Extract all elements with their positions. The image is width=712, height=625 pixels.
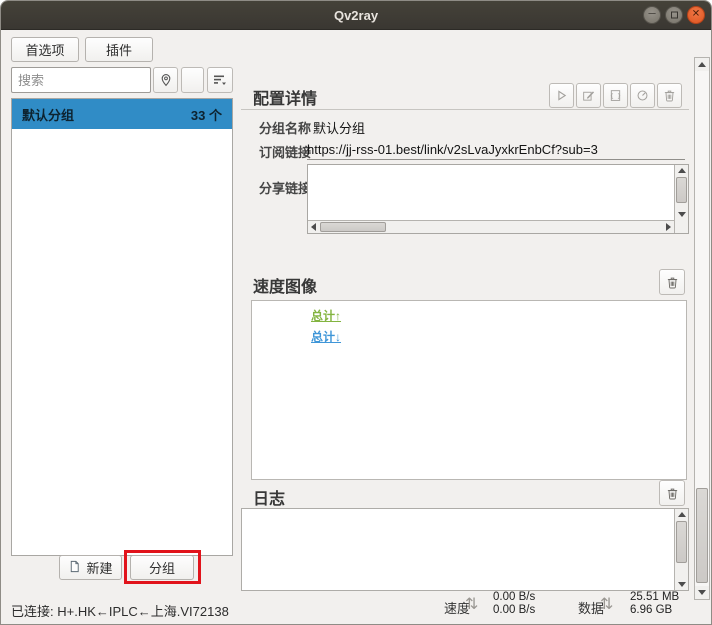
scroll-right-icon[interactable] — [663, 221, 674, 233]
new-connection-button[interactable]: 新建 — [59, 555, 122, 580]
latency-test-button[interactable] — [630, 83, 655, 108]
log-content — [242, 509, 674, 590]
share-v-scroll-thumb[interactable] — [676, 177, 687, 203]
share-links-textarea[interactable] — [307, 164, 689, 234]
window-title: Qv2ray — [334, 8, 378, 23]
scroll-down-icon[interactable] — [675, 209, 688, 220]
group-name: 默认分组 — [22, 105, 191, 124]
delete-button[interactable] — [657, 83, 682, 108]
group-list: 默认分组 33 个 — [11, 98, 233, 556]
latency-test-icon — [636, 89, 649, 102]
details-title: 配置详情 — [253, 85, 317, 109]
titlebar[interactable]: Qv2ray ─ ✕ — [1, 1, 711, 30]
speed-up-value: 0.00 B/s — [493, 591, 535, 604]
log-viewer[interactable] — [241, 508, 689, 591]
plugins-label: 插件 — [106, 40, 132, 59]
group-name-label: 分组名称 — [259, 118, 311, 137]
share-horizontal-scrollbar[interactable] — [308, 220, 674, 233]
new-document-icon — [68, 560, 81, 576]
play-icon — [555, 89, 568, 102]
scroll-down-icon[interactable] — [675, 579, 688, 590]
close-icon[interactable]: ✕ — [687, 6, 705, 24]
speed-section-title: 速度图像 — [253, 273, 317, 297]
log-scroll-thumb[interactable] — [676, 521, 687, 563]
window-controls: ─ ✕ — [643, 6, 705, 24]
plugins-button[interactable]: 插件 — [85, 37, 153, 62]
share-h-scroll-thumb[interactable] — [320, 222, 386, 232]
scroll-left-icon[interactable] — [308, 221, 319, 233]
search-input[interactable] — [11, 67, 151, 93]
connection-status: 已连接: H+.HK←IPLC←上海.VI72138 — [11, 601, 229, 620]
maximize-icon[interactable] — [665, 6, 683, 24]
qv2ray-main-window: Qv2ray ─ ✕ 首选项 插件 默认分组 33 个 — [0, 0, 712, 625]
group-name-value: 默认分组 — [313, 118, 365, 137]
start-button[interactable] — [549, 83, 574, 108]
data-up-value: 25.51 MB — [630, 591, 679, 604]
subscription-link-input[interactable] — [307, 140, 685, 160]
data-down-value: 6.96 GB — [630, 604, 679, 617]
delete-icon — [666, 487, 679, 500]
clear-log-button[interactable] — [659, 480, 685, 506]
speed-down-value: 0.00 B/s — [493, 604, 535, 617]
subscription-label: 订阅链接 — [259, 142, 311, 161]
log-section-title: 日志 — [253, 485, 285, 509]
legend-total-down[interactable]: 总计↓ — [311, 328, 341, 345]
new-button-label: 新建 — [86, 558, 112, 577]
data-values: 25.51 MB 6.96 GB — [630, 591, 679, 617]
delete-icon — [663, 89, 676, 102]
group-button[interactable]: 分组 — [130, 555, 194, 580]
section-separator — [241, 109, 689, 110]
json-edit-icon: { } — [609, 89, 622, 102]
group-count-badge: 33 个 — [191, 105, 222, 124]
svg-text:{ }: { } — [610, 93, 621, 100]
edit-json-button[interactable]: { } — [603, 83, 628, 108]
preferences-button[interactable]: 首选项 — [11, 37, 79, 62]
panel-scrollbar[interactable] — [694, 57, 710, 600]
share-links-label: 分享链接 — [259, 178, 311, 197]
sort-descending-icon — [213, 73, 227, 87]
blank-button[interactable] — [181, 67, 204, 93]
delete-icon — [666, 276, 679, 289]
scroll-up-icon[interactable] — [695, 58, 709, 71]
speed-values: 0.00 B/s 0.00 B/s — [493, 591, 535, 617]
edit-icon — [582, 89, 595, 102]
minimize-icon[interactable]: ─ — [643, 6, 661, 24]
scroll-up-icon[interactable] — [675, 165, 688, 176]
log-vertical-scrollbar[interactable] — [674, 509, 688, 590]
panel-scroll-thumb[interactable] — [696, 488, 708, 583]
up-down-arrows-icon: ⇅ — [465, 594, 478, 614]
share-links-content — [308, 165, 674, 220]
scroll-up-icon[interactable] — [675, 509, 688, 520]
scroll-down-icon[interactable] — [695, 586, 709, 599]
preferences-label: 首选项 — [25, 40, 64, 59]
locate-current-button[interactable] — [153, 67, 178, 93]
share-vertical-scrollbar[interactable] — [674, 165, 688, 233]
clear-speed-graph-button[interactable] — [659, 269, 685, 295]
edit-button[interactable] — [576, 83, 601, 108]
legend-total-up[interactable]: 总计↑ — [311, 307, 341, 324]
group-list-item-default[interactable]: 默认分组 33 个 — [12, 99, 232, 129]
sort-button[interactable] — [207, 67, 233, 93]
group-button-label: 分组 — [149, 558, 175, 577]
speed-chart: 总计↑ 总计↓ — [251, 300, 687, 480]
location-pin-icon — [159, 73, 173, 87]
up-down-arrows-icon: ⇅ — [600, 594, 613, 614]
